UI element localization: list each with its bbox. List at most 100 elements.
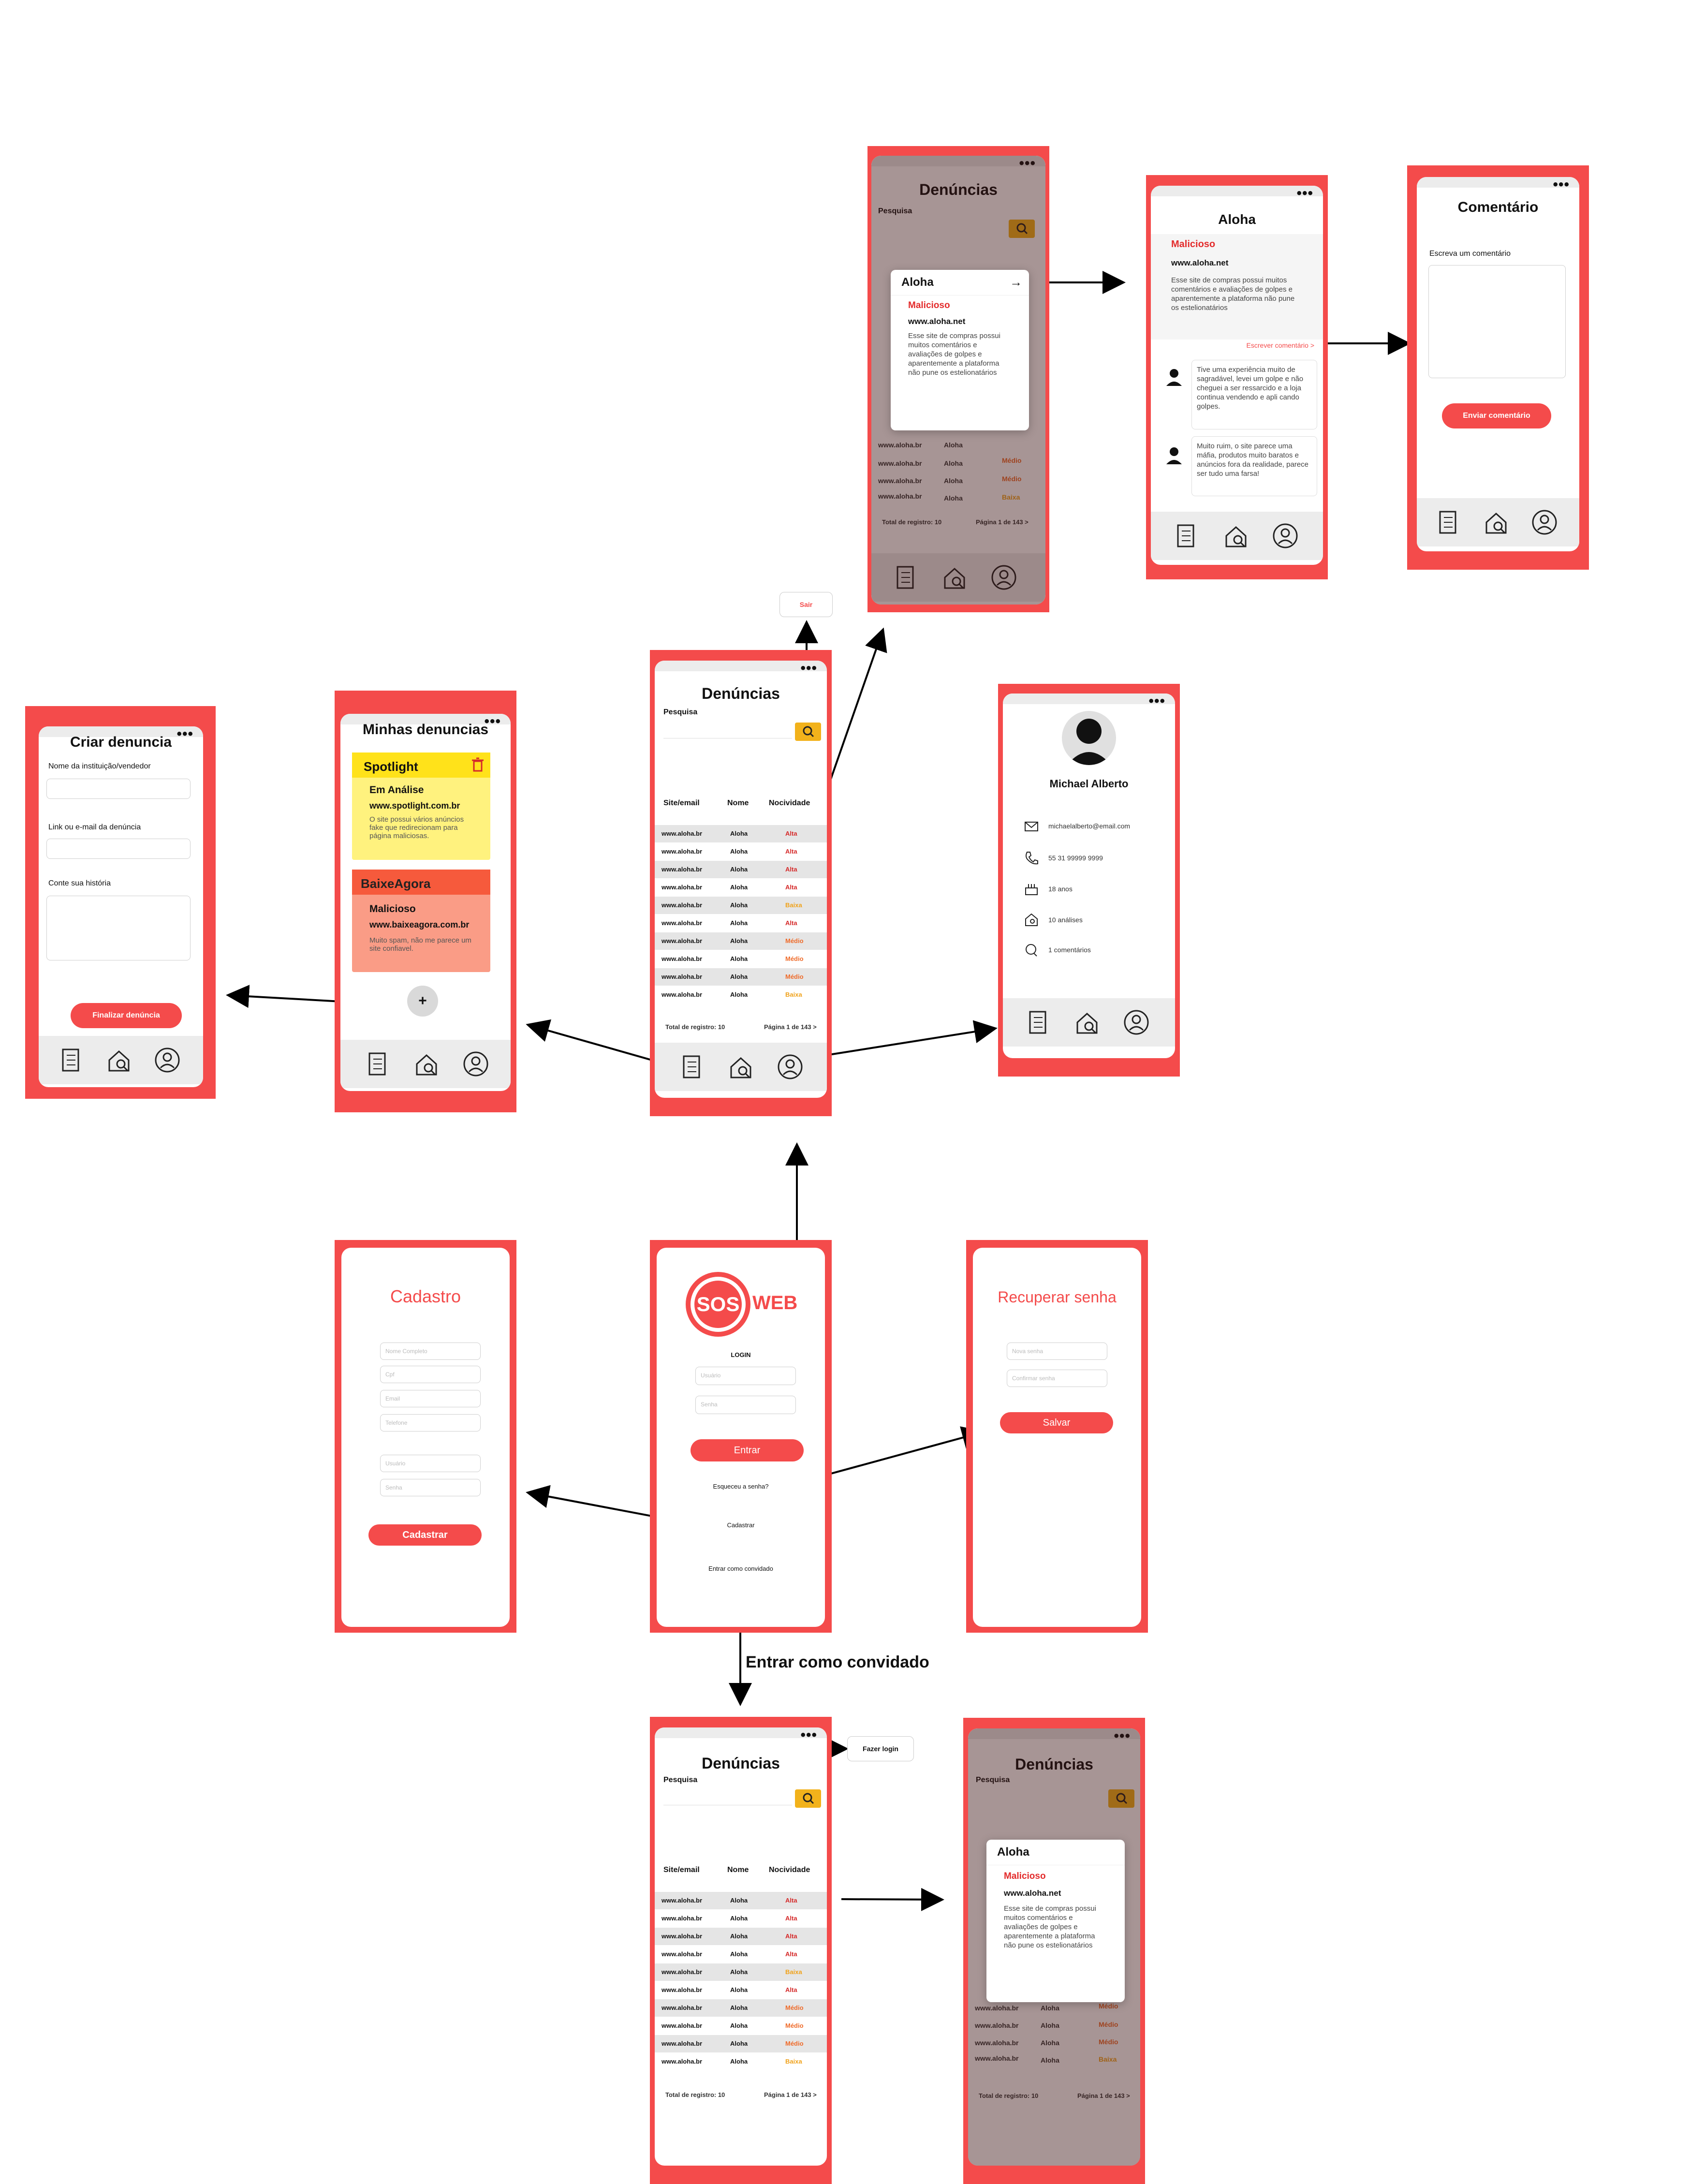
table-row[interactable]: www.aloha.br Aloha Alta bbox=[655, 1981, 827, 1999]
table-row[interactable]: www.aloha.br Aloha Alta bbox=[655, 1910, 827, 1927]
table-row[interactable]: www.aloha.br Aloha Baixa bbox=[655, 2053, 827, 2070]
column-header[interactable]: Site/email bbox=[663, 1866, 700, 1874]
home-search-icon[interactable] bbox=[1222, 522, 1249, 549]
list-icon[interactable] bbox=[57, 1047, 84, 1074]
home-search-icon[interactable] bbox=[105, 1047, 132, 1074]
search-input[interactable] bbox=[663, 1787, 792, 1805]
table-row[interactable]: www.aloha.br Aloha Alta bbox=[655, 879, 827, 896]
table-row[interactable]: www.aloha.br Aloha Alta bbox=[655, 1946, 827, 1963]
send-comment-button[interactable]: Enviar comentário bbox=[1442, 403, 1551, 428]
table-row[interactable]: www.aloha.br Aloha Alta bbox=[655, 843, 827, 860]
column-header[interactable]: Nocividade bbox=[769, 1866, 810, 1874]
comment-textarea[interactable] bbox=[1428, 265, 1566, 378]
site-cell: www.aloha.br bbox=[661, 1986, 703, 1993]
forgot-password-link[interactable]: Esqueceu a senha? bbox=[657, 1483, 825, 1490]
list-icon[interactable] bbox=[364, 1050, 391, 1077]
table-row[interactable]: www.aloha.br Aloha Alta bbox=[655, 1928, 827, 1945]
profile-icon[interactable] bbox=[777, 1053, 804, 1080]
link-input[interactable] bbox=[46, 839, 191, 859]
site-cell: www.aloha.br bbox=[661, 937, 703, 944]
register-button[interactable]: Cadastrar bbox=[368, 1524, 482, 1546]
column-header[interactable]: Nome bbox=[727, 799, 749, 808]
level-cell: Médio bbox=[785, 937, 804, 944]
search-label: Pesquisa bbox=[663, 708, 698, 716]
profile-icon[interactable] bbox=[1123, 1009, 1150, 1036]
story-textarea[interactable] bbox=[46, 896, 191, 960]
popup-site: www.aloha.net bbox=[908, 317, 966, 326]
home-search-icon[interactable] bbox=[1483, 509, 1510, 536]
profile-icon[interactable] bbox=[1531, 509, 1558, 536]
list-icon[interactable] bbox=[678, 1053, 705, 1080]
arrow-right-icon[interactable]: → bbox=[1010, 275, 1022, 290]
trash-icon[interactable] bbox=[471, 757, 485, 775]
table-row[interactable]: www.aloha.br Aloha Alta bbox=[655, 861, 827, 878]
pagination[interactable]: Página 1 de 143 > bbox=[764, 2091, 817, 2098]
search-input[interactable] bbox=[663, 721, 792, 738]
list-icon[interactable] bbox=[1434, 509, 1461, 536]
table-row[interactable]: www.aloha.br Aloha Alta bbox=[655, 825, 827, 842]
more-icon[interactable]: ••• bbox=[800, 661, 817, 676]
screen-comentario: ••• Comentário Escreva um comentário Env… bbox=[1407, 165, 1589, 570]
institution-input[interactable] bbox=[46, 779, 191, 799]
fazer-login-option[interactable]: Fazer login bbox=[847, 1736, 914, 1761]
more-icon[interactable]: ••• bbox=[1148, 694, 1165, 708]
column-header[interactable]: Nocividade bbox=[769, 799, 810, 808]
add-report-button[interactable]: + bbox=[407, 986, 438, 1017]
list-icon[interactable] bbox=[1024, 1009, 1051, 1036]
home-search-icon[interactable] bbox=[727, 1053, 754, 1080]
table-row[interactable]: www.aloha.br Aloha Baixa bbox=[655, 897, 827, 914]
profile-icon[interactable] bbox=[462, 1050, 489, 1077]
search-icon[interactable] bbox=[795, 723, 821, 741]
column-header[interactable]: Site/email bbox=[663, 799, 700, 808]
column-header[interactable]: Nome bbox=[727, 1866, 749, 1874]
more-icon[interactable]: ••• bbox=[800, 1728, 817, 1742]
level-cell: Médio bbox=[785, 973, 804, 980]
profile-icon[interactable] bbox=[154, 1047, 181, 1074]
table-row[interactable]: www.aloha.br Aloha Médio bbox=[655, 2035, 827, 2052]
password-input[interactable]: Senha bbox=[695, 1396, 796, 1414]
site-cell: www.aloha.br bbox=[661, 973, 703, 980]
write-comment-link[interactable]: Escrever comentário > bbox=[1247, 341, 1314, 349]
profile-icon[interactable] bbox=[1272, 522, 1299, 549]
register-link[interactable]: Cadastrar bbox=[657, 1521, 825, 1529]
new-password-input[interactable]: Nova senha bbox=[1007, 1343, 1107, 1360]
guest-login-link[interactable]: Entrar como convidado bbox=[657, 1565, 825, 1572]
password-input[interactable]: Senha bbox=[380, 1479, 481, 1496]
table-row[interactable]: www.aloha.br Aloha Médio bbox=[655, 2017, 827, 2035]
name-cell: Aloha bbox=[730, 991, 748, 998]
username-input[interactable]: Usuário bbox=[380, 1455, 481, 1472]
more-icon[interactable]: ••• bbox=[1553, 177, 1570, 192]
site-cell: www.aloha.br bbox=[661, 848, 703, 855]
pagination[interactable]: Página 1 de 143 > bbox=[764, 1023, 817, 1031]
cpf-input[interactable]: Cpf bbox=[380, 1366, 481, 1383]
site-description: Esse site de compras possui muitos comen… bbox=[1171, 276, 1295, 312]
level-cell: Médio bbox=[785, 2022, 804, 2029]
finish-report-button[interactable]: Finalizar denúncia bbox=[71, 1003, 182, 1028]
save-button[interactable]: Salvar bbox=[1000, 1412, 1113, 1433]
list-icon[interactable] bbox=[1172, 522, 1199, 549]
table-row[interactable]: www.aloha.br Aloha Baixa bbox=[655, 986, 827, 1003]
page-title: Denúncias bbox=[702, 685, 780, 702]
site-cell: www.aloha.br bbox=[661, 1950, 703, 1958]
table-row[interactable]: www.aloha.br Aloha Baixa bbox=[655, 1963, 827, 1981]
login-button[interactable]: Entrar bbox=[691, 1439, 804, 1461]
fullname-input[interactable]: Nome Completo bbox=[380, 1343, 481, 1360]
table-row[interactable]: www.aloha.br Aloha Médio bbox=[655, 968, 827, 986]
table-row[interactable]: www.aloha.br Aloha Médio bbox=[655, 1999, 827, 2017]
confirm-password-input[interactable]: Confirmar senha bbox=[1007, 1370, 1107, 1387]
email-input[interactable]: Email bbox=[380, 1390, 481, 1407]
username-input[interactable]: Usuário bbox=[695, 1367, 796, 1385]
table-row[interactable]: www.aloha.br Aloha Médio bbox=[655, 932, 827, 950]
home-search-icon[interactable] bbox=[1073, 1009, 1101, 1036]
table-row[interactable]: www.aloha.br Aloha Alta bbox=[655, 915, 827, 932]
report-card[interactable]: BaixeAgora Malicioso www.baixeagora.com.… bbox=[352, 870, 490, 972]
home-search-icon[interactable] bbox=[413, 1050, 440, 1077]
card-description: Muito spam, não me parece um site confia… bbox=[369, 936, 471, 953]
report-card[interactable]: Spotlight Em Análise www.spotlight.com.b… bbox=[352, 753, 490, 860]
sair-option[interactable]: Sair bbox=[779, 592, 833, 617]
search-icon[interactable] bbox=[795, 1789, 821, 1808]
phone-input[interactable]: Telefone bbox=[380, 1414, 481, 1431]
table-row[interactable]: www.aloha.br Aloha Médio bbox=[655, 950, 827, 968]
more-icon[interactable]: ••• bbox=[1296, 186, 1313, 201]
table-row[interactable]: www.aloha.br Aloha Alta bbox=[655, 1892, 827, 1909]
